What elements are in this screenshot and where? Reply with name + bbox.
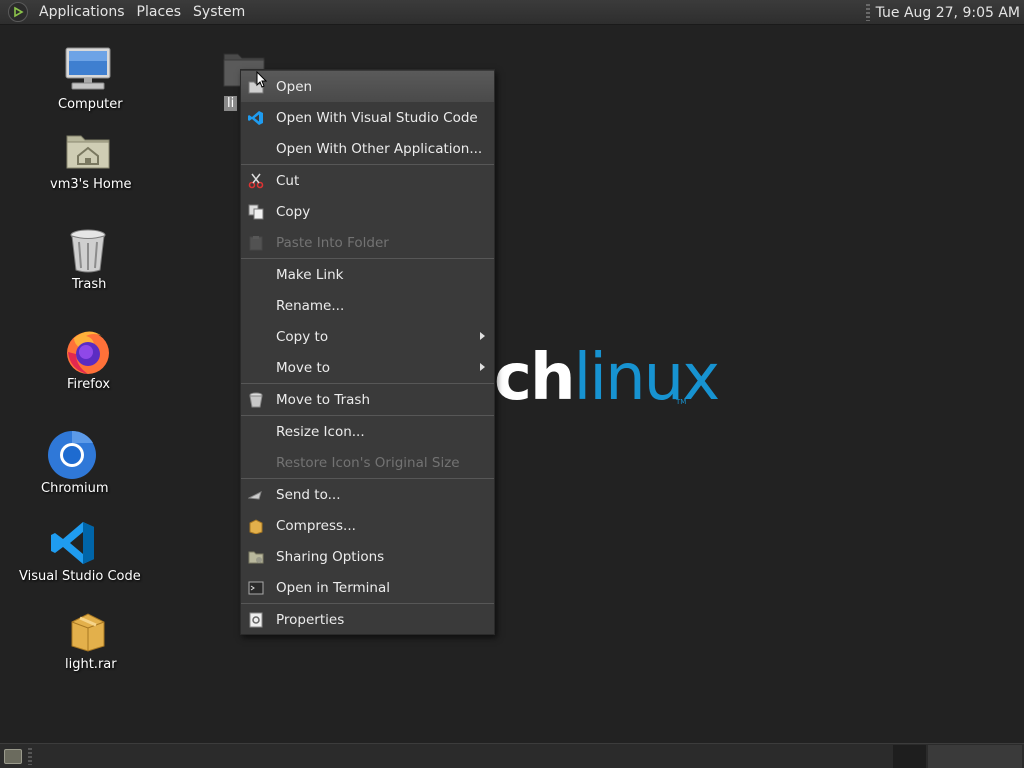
menu-item-label: Move to Trash — [276, 391, 371, 408]
mouse-cursor-icon — [256, 71, 267, 88]
computer-icon — [65, 47, 111, 90]
menu-logo-icon[interactable] — [8, 2, 28, 22]
menu-item-restore-icon-s-original-size: Restore Icon's Original Size — [241, 447, 494, 478]
desktop-icon-label: light.rar — [65, 657, 117, 672]
paste-icon — [248, 235, 264, 251]
desktop-icon-trash[interactable]: Trash — [40, 226, 136, 296]
menu-item-sharing-options[interactable]: Sharing Options — [241, 541, 494, 572]
menu-item-label: Copy to — [276, 328, 329, 345]
menu-item-compress[interactable]: Compress... — [241, 510, 494, 541]
scissors-icon — [248, 173, 264, 189]
desktop-icon-label: Computer — [58, 97, 123, 112]
menu-item-label: Rename... — [276, 297, 345, 314]
desktop-icon-archive[interactable]: light.rar — [40, 608, 136, 678]
top-panel: Applications Places System Tue Aug 27, 9… — [0, 0, 1024, 25]
menu-item-rename[interactable]: Rename... — [241, 290, 494, 321]
desktop-icon-computer[interactable]: Computer — [40, 44, 136, 116]
menu-item-label: Open With Visual Studio Code — [276, 109, 478, 126]
desktop-icon-label: Trash — [72, 277, 107, 292]
panel-handle[interactable] — [28, 748, 32, 765]
menu-item-open[interactable]: Open — [241, 71, 494, 102]
desktop-icon-chromium[interactable]: Chromium — [24, 430, 120, 500]
menu-item-label: Make Link — [276, 266, 344, 283]
desktop-icon-home[interactable]: vm3's Home — [40, 128, 136, 196]
show-desktop-icon[interactable] — [4, 749, 22, 764]
menu-item-label: Send to... — [276, 486, 341, 503]
compress-icon — [248, 518, 264, 535]
menu-item-label: Cut — [276, 172, 300, 189]
menu-item-label: Restore Icon's Original Size — [276, 454, 460, 471]
trash-icon — [70, 229, 106, 273]
menu-item-cut[interactable]: Cut — [241, 165, 494, 196]
top-panel-right: Tue Aug 27, 9:05 AM — [865, 0, 1024, 25]
workspace-2[interactable] — [928, 745, 1022, 768]
menu-item-copy-to[interactable]: Copy to — [241, 321, 494, 352]
desktop-icon-label: Firefox — [67, 377, 111, 392]
menu-item-label: Copy — [276, 203, 311, 220]
desktop-icon-label: Visual Studio Code — [19, 569, 141, 584]
desktop-icon-firefox[interactable]: Firefox — [40, 326, 136, 396]
send-icon — [247, 487, 264, 503]
menu-item-properties[interactable]: Properties — [241, 604, 494, 635]
panel-handle[interactable] — [865, 4, 870, 21]
vscode-icon — [51, 522, 94, 564]
menu-item-open-with-other-application[interactable]: Open With Other Application... — [241, 133, 494, 164]
vscode-icon — [248, 110, 264, 126]
menu-item-label: Move to — [276, 359, 331, 376]
copy-icon — [248, 204, 264, 220]
trash-icon — [248, 392, 264, 408]
menu-item-resize-icon[interactable]: Resize Icon... — [241, 416, 494, 447]
menu-item-send-to[interactable]: Send to... — [241, 479, 494, 510]
menu-item-label: Paste Into Folder — [276, 234, 389, 251]
wallpaper-logo-part1: ch — [494, 341, 575, 415]
menu-item-make-link[interactable]: Make Link — [241, 259, 494, 290]
context-menu: Open Open With Visual Studio Code Open Wit… — [240, 69, 495, 635]
archive-icon — [71, 613, 105, 652]
share-icon — [248, 549, 264, 565]
menu-item-label: Compress... — [276, 517, 356, 534]
wallpaper-logo: chlinux — [494, 338, 721, 418]
submenu-arrow-icon — [480, 332, 485, 340]
properties-icon — [248, 612, 264, 628]
desktop-icon-vscode[interactable]: Visual Studio Code — [19, 518, 144, 588]
desktop-icon-label: vm3's Home — [50, 177, 132, 192]
menu-item-move-to-trash[interactable]: Move to Trash — [241, 384, 494, 415]
wallpaper-trademark: TM — [676, 398, 687, 406]
menu-item-label: Open With Other Application... — [276, 140, 483, 157]
menu-item-move-to[interactable]: Move to — [241, 352, 494, 383]
desktop-icon-label: li — [224, 96, 238, 111]
wallpaper-logo-part2: linux — [573, 341, 721, 415]
system-menu[interactable]: System — [187, 0, 251, 25]
desktop-icon-label: Chromium — [41, 481, 109, 496]
submenu-arrow-icon — [480, 363, 485, 371]
menu-item-label: Open in Terminal — [276, 579, 390, 596]
menu-item-copy[interactable]: Copy — [241, 196, 494, 227]
terminal-icon — [248, 580, 264, 596]
menu-item-label: Properties — [276, 611, 345, 628]
home-folder-icon — [66, 135, 110, 169]
menu-item-label: Sharing Options — [276, 548, 385, 565]
menu-item-paste-into-folder: Paste Into Folder — [241, 227, 494, 258]
clock[interactable]: Tue Aug 27, 9:05 AM — [876, 5, 1024, 21]
menu-item-label: Resize Icon... — [276, 423, 365, 440]
chromium-icon — [48, 430, 96, 479]
bottom-panel — [0, 743, 1024, 768]
workspace-1[interactable] — [893, 745, 926, 768]
menu-item-open-with-visual-studio-code[interactable]: Open With Visual Studio Code — [241, 102, 494, 133]
menu-item-open-in-terminal[interactable]: Open in Terminal — [241, 572, 494, 603]
places-menu[interactable]: Places — [131, 0, 188, 25]
firefox-icon — [67, 331, 109, 374]
menu-item-label: Open — [276, 78, 313, 95]
applications-menu[interactable]: Applications — [33, 0, 131, 25]
